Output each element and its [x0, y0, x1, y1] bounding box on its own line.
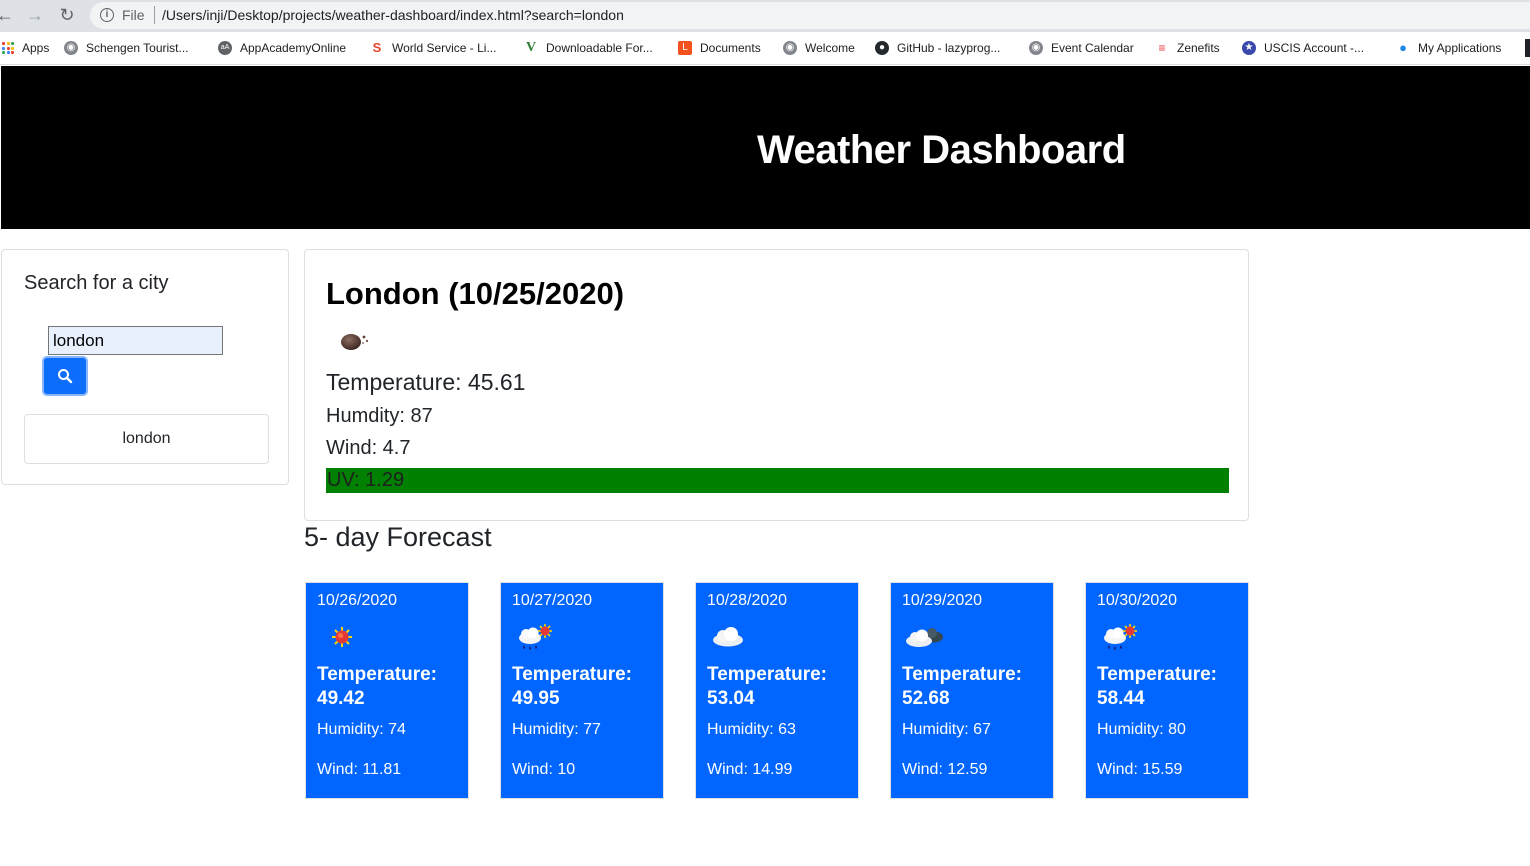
forecast-card: 10/28/2020 Temperature: 53.04 Humidity: …: [695, 582, 859, 799]
bookmark-label: AppAcademyOnline: [240, 41, 347, 55]
bookmark-label: Welcome: [805, 41, 855, 55]
address-divider: [154, 6, 155, 24]
bookmark-label: Zenefits: [1177, 41, 1220, 55]
forecast-card: 10/29/2020 Temperature: 52.68 Humidity: …: [890, 582, 1054, 799]
page-header: Weather Dashboard: [1, 66, 1530, 229]
lightbulb-icon: ●: [1399, 40, 1407, 55]
bookmarks-overflow-edge: [1525, 39, 1530, 57]
globe-icon: ◉: [783, 41, 797, 55]
uscis-seal-icon: ★: [1242, 41, 1256, 55]
current-weather-card: London (10/25/2020) Temperature: 45.61 H…: [304, 249, 1249, 521]
cloud-icon: [713, 627, 743, 647]
bookmark-github[interactable]: ● GitHub - lazyprog...: [875, 39, 1000, 57]
search-title: Search for a city: [24, 272, 169, 294]
search-button[interactable]: [42, 356, 88, 396]
bookmark-apps[interactable]: Apps: [2, 39, 49, 57]
bookmark-label: USCIS Account -...: [1264, 41, 1365, 55]
forecast-card: 10/30/2020 Temperature: 58.44 Humidity: …: [1085, 582, 1249, 799]
documents-icon: L: [678, 41, 692, 55]
forecast-date: 10/30/2020: [1097, 592, 1178, 609]
forward-arrow-icon[interactable]: →: [24, 4, 46, 26]
github-icon: ●: [875, 41, 889, 55]
globe-icon: ◉: [64, 41, 78, 55]
forecast-date: 10/26/2020: [317, 592, 398, 609]
reload-icon[interactable]: ↻: [56, 4, 78, 26]
forecast-temperature: Temperature: 52.68: [902, 664, 1023, 709]
forecast-wind: Wind: 10: [512, 761, 576, 778]
bookmark-label: Event Calendar: [1051, 41, 1134, 55]
v-logo-icon: V: [525, 40, 537, 55]
forecast-date: 10/29/2020: [902, 592, 983, 609]
bookmark-world-service[interactable]: S World Service - Li...: [370, 39, 497, 57]
forecast-humidity: Humidity: 74: [317, 721, 406, 738]
bookmark-label: World Service - Li...: [392, 41, 497, 55]
bookmark-label: GitHub - lazyprog...: [897, 41, 1001, 55]
forecast-heading: 5- day Forecast: [304, 522, 492, 552]
forecast-wind: Wind: 15.59: [1097, 761, 1183, 778]
info-icon[interactable]: i: [100, 8, 114, 22]
forecast-card: 10/27/2020 Temperature: 49.95 Humidity: …: [500, 582, 664, 799]
forecast-temperature: Temperature: 49.95: [512, 664, 633, 709]
address-bar[interactable]: i File /Users/inji/Desktop/projects/weat…: [90, 2, 1530, 29]
bookmark-schengen[interactable]: ◉ Schengen Tourist...: [64, 39, 189, 57]
bookmark-appacademy[interactable]: aA AppAcademyOnline: [218, 39, 346, 57]
bookmark-welcome[interactable]: ◉ Welcome: [783, 39, 855, 57]
forecast-humidity: Humidity: 67: [902, 721, 991, 738]
bookmarks-bar: Apps ◉ Schengen Tourist... aA AppAcademy…: [0, 32, 1530, 65]
address-url[interactable]: /Users/inji/Desktop/projects/weather-das…: [162, 7, 624, 23]
forecast-date: 10/27/2020: [512, 592, 593, 609]
forecast-wind: Wind: 14.99: [707, 761, 793, 778]
sun-icon: [332, 627, 352, 647]
uv-index-bar: UV: 1.29: [326, 468, 1229, 493]
browser-toolbar: ← → ↻ i File /Users/inji/Desktop/project…: [0, 0, 1530, 32]
forecast-temperature: Temperature: 49.42: [317, 664, 438, 709]
forecast-date: 10/28/2020: [707, 592, 788, 609]
city-search-input[interactable]: [48, 326, 223, 355]
apps-grid-icon: [2, 42, 14, 54]
current-temperature: Temperature: 45.61: [326, 369, 526, 395]
forecast-wind: Wind: 11.81: [317, 761, 402, 778]
uv-index-value: UV: 1.29: [327, 469, 405, 491]
search-icon: [58, 369, 73, 384]
broken-clouds-icon: [906, 628, 943, 647]
forecast-humidity: Humidity: 77: [512, 721, 601, 738]
bookmark-my-applications[interactable]: ● My Applications: [1396, 39, 1501, 57]
forecast-card: 10/26/2020 Temperature: 49.42 Humidity: …: [305, 582, 469, 799]
forecast-temperature: Temperature: 53.04: [707, 664, 828, 709]
bookmark-uscis[interactable]: ★ USCIS Account -...: [1242, 39, 1364, 57]
file-scheme-label: File: [122, 7, 145, 23]
s-logo-icon: S: [372, 40, 382, 55]
appacademy-icon: aA: [218, 41, 232, 55]
bookmark-event-calendar[interactable]: ◉ Event Calendar: [1029, 39, 1134, 57]
bookmark-label: Apps: [22, 41, 50, 55]
bookmark-label: Downloadable For...: [546, 41, 653, 55]
zenefits-icon: ≡: [1158, 41, 1166, 55]
forecast-humidity: Humidity: 63: [707, 721, 796, 738]
rain-sun-icon: [1104, 624, 1137, 650]
forecast-temperature: Temperature: 58.44: [1097, 664, 1218, 709]
bookmark-zenefits[interactable]: ≡ Zenefits: [1155, 39, 1220, 57]
bookmark-documents[interactable]: L Documents: [678, 39, 761, 57]
bookmark-label: Documents: [700, 41, 761, 55]
current-city-title: London (10/25/2020): [326, 276, 625, 311]
bookmark-label: Schengen Tourist...: [86, 41, 189, 55]
haze-night-icon: [341, 334, 369, 350]
forecast-wind: Wind: 12.59: [902, 761, 988, 778]
bookmark-label: My Applications: [1418, 41, 1502, 55]
back-arrow-icon[interactable]: ←: [0, 4, 16, 26]
current-humidity: Humdity: 87: [326, 405, 433, 427]
bookmark-downloadable[interactable]: V Downloadable For...: [524, 39, 653, 57]
search-history-item[interactable]: london: [24, 414, 269, 464]
rain-sun-icon: [519, 624, 552, 650]
page-title: Weather Dashboard: [757, 128, 1126, 172]
search-panel: Search for a city london: [1, 249, 289, 485]
globe-icon: ◉: [1029, 41, 1043, 55]
forecast-humidity: Humidity: 80: [1097, 721, 1186, 738]
current-wind: Wind: 4.7: [326, 437, 411, 459]
